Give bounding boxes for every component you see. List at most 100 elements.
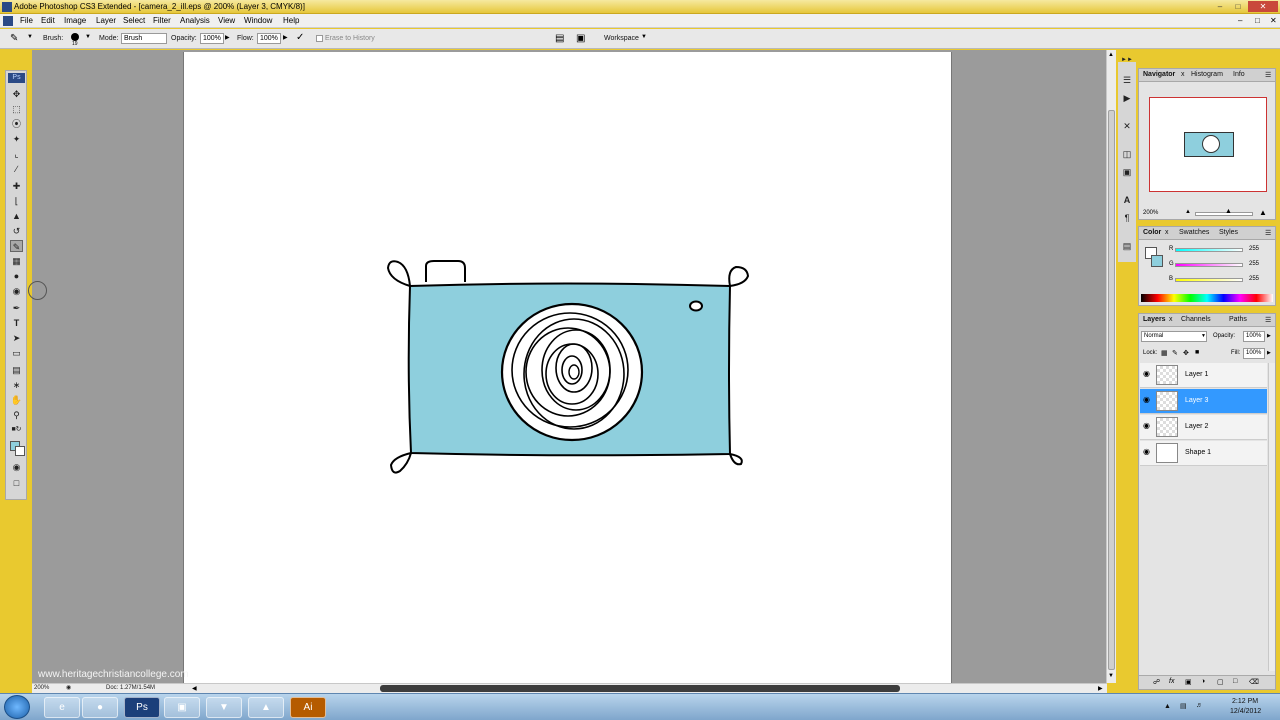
- menu-edit[interactable]: Edit: [41, 16, 55, 25]
- dock-history-icon[interactable]: ◫: [1121, 148, 1133, 160]
- dock-tool-presets-icon[interactable]: ✕: [1121, 120, 1133, 132]
- menu-select[interactable]: Select: [123, 16, 145, 25]
- tab-layers[interactable]: Layers: [1143, 316, 1166, 323]
- taskbar-app-icon[interactable]: ▲: [248, 697, 284, 718]
- layer-row[interactable]: ◉ Layer 1: [1140, 363, 1267, 388]
- workspace-label[interactable]: Workspace: [604, 35, 639, 42]
- menu-view[interactable]: View: [218, 16, 235, 25]
- shape-tool-icon[interactable]: ▭: [10, 347, 23, 359]
- tab-info[interactable]: Info: [1233, 71, 1245, 78]
- tab-color[interactable]: Color: [1143, 229, 1161, 236]
- screen-mode-icon[interactable]: □: [10, 477, 23, 489]
- adjustment-layer-icon[interactable]: ◑: [1201, 678, 1205, 685]
- new-layer-icon[interactable]: □: [1233, 678, 1237, 685]
- move-tool-icon[interactable]: ✥: [10, 88, 23, 100]
- dock-character-icon[interactable]: A: [1121, 194, 1133, 206]
- navigator-zoom-out-icon[interactable]: ▲: [1185, 209, 1191, 215]
- blur-tool-icon[interactable]: ●: [10, 270, 23, 282]
- dock-layer-comps-icon[interactable]: ▤: [1121, 240, 1133, 252]
- channel-b-slider[interactable]: [1175, 278, 1243, 282]
- layers-panel-scrollbar[interactable]: [1268, 363, 1275, 671]
- crop-tool-icon[interactable]: ⌞: [10, 148, 23, 160]
- notes-tool-icon[interactable]: ▤: [10, 364, 23, 376]
- taskbar-illustrator-icon[interactable]: Ai: [290, 697, 326, 718]
- menu-filter[interactable]: Filter: [153, 16, 171, 25]
- magic-wand-tool-icon[interactable]: ✦: [10, 133, 23, 145]
- doc-restore-button[interactable]: □: [1255, 16, 1260, 25]
- tab-navigator[interactable]: Navigator: [1143, 71, 1175, 78]
- eyedropper-tool-icon[interactable]: ∗: [10, 379, 23, 391]
- start-button[interactable]: [4, 695, 30, 719]
- slice-tool-icon[interactable]: ∕: [10, 163, 23, 175]
- fill-input[interactable]: 100%: [1243, 348, 1265, 359]
- channel-b-value[interactable]: 255: [1249, 276, 1259, 282]
- taskbar-ie-icon[interactable]: e: [44, 697, 80, 718]
- layer-mask-icon[interactable]: ▣: [1185, 678, 1192, 686]
- menu-layer[interactable]: Layer: [96, 16, 116, 25]
- tray-arrow-icon[interactable]: ▲: [1164, 703, 1171, 710]
- history-brush-tool-icon[interactable]: ↺: [10, 225, 23, 237]
- marquee-tool-icon[interactable]: ⬚: [10, 103, 23, 115]
- taskbar-network-icon[interactable]: ▣: [164, 697, 200, 718]
- minimize-button[interactable]: –: [1212, 1, 1228, 12]
- default-colors-icon[interactable]: ■↻: [10, 424, 23, 436]
- navigator-zoom-slider[interactable]: [1195, 212, 1253, 216]
- visibility-eye-icon[interactable]: ◉: [1143, 447, 1150, 456]
- tab-color-close-icon[interactable]: x: [1165, 229, 1169, 236]
- dock-actions-icon[interactable]: ▶: [1121, 92, 1133, 104]
- airbrush-icon[interactable]: ✓: [296, 32, 304, 43]
- channel-g-slider[interactable]: [1175, 263, 1243, 267]
- tab-paths[interactable]: Paths: [1229, 316, 1247, 323]
- tab-channels[interactable]: Channels: [1181, 316, 1211, 323]
- visibility-eye-icon[interactable]: ◉: [1143, 395, 1150, 404]
- tray-volume-icon[interactable]: ♬: [1196, 702, 1203, 709]
- menu-help[interactable]: Help: [283, 16, 299, 25]
- color-spectrum-bar[interactable]: [1141, 294, 1273, 302]
- horizontal-scroll-thumb[interactable]: [380, 685, 900, 692]
- tab-styles[interactable]: Styles: [1219, 229, 1238, 236]
- vertical-scroll-thumb[interactable]: [1108, 110, 1115, 670]
- flow-input[interactable]: 100%: [257, 33, 281, 44]
- tab-swatches[interactable]: Swatches: [1179, 229, 1209, 236]
- status-zoom[interactable]: 200%: [34, 685, 49, 691]
- tab-histogram[interactable]: Histogram: [1191, 71, 1223, 78]
- workspace-dropdown-icon[interactable]: ▼: [641, 34, 647, 40]
- healing-brush-tool-icon[interactable]: ✚: [10, 180, 23, 192]
- flow-slider-button[interactable]: ▶: [283, 34, 288, 41]
- dock-paragraph-icon[interactable]: ¶: [1121, 212, 1133, 224]
- fill-slider-button[interactable]: ▶: [1267, 350, 1271, 356]
- channel-r-value[interactable]: 255: [1249, 246, 1259, 252]
- navigator-zoom-slider-handle[interactable]: ▲: [1225, 208, 1232, 215]
- pen-tool-icon[interactable]: ✒: [10, 302, 23, 314]
- scroll-up-icon[interactable]: ▲: [1108, 52, 1114, 58]
- color-background-swatch[interactable]: [1151, 255, 1163, 267]
- mode-select[interactable]: Brush: [121, 33, 167, 44]
- eraser-tool-icon[interactable]: ✎: [10, 240, 23, 252]
- vertical-scrollbar[interactable]: ▲ ▼: [1106, 50, 1116, 683]
- layer-opacity-input[interactable]: 100%: [1243, 331, 1265, 342]
- opacity-slider-button[interactable]: ▶: [225, 34, 230, 41]
- scroll-down-icon[interactable]: ▼: [1108, 673, 1114, 679]
- preset-dropdown-icon[interactable]: ▼: [27, 34, 33, 40]
- close-button[interactable]: ✕: [1248, 1, 1278, 12]
- maximize-button[interactable]: □: [1230, 1, 1246, 12]
- status-info-icon[interactable]: ◉: [66, 684, 71, 691]
- dock-collapse-icon[interactable]: ►►: [1121, 54, 1133, 66]
- brush-dropdown-icon[interactable]: ▼: [85, 34, 91, 40]
- navigator-zoom[interactable]: 200%: [1143, 210, 1158, 216]
- bridge-icon[interactable]: ▣: [576, 33, 585, 44]
- taskbar-firefox-icon[interactable]: ●: [82, 697, 118, 718]
- menu-image[interactable]: Image: [64, 16, 86, 25]
- erase-to-history-checkbox[interactable]: [316, 35, 323, 42]
- layer-opacity-slider-button[interactable]: ▶: [1267, 333, 1271, 339]
- taskbar-game-icon[interactable]: ▼: [206, 697, 242, 718]
- tab-layers-close-icon[interactable]: x: [1169, 316, 1173, 323]
- layer-style-icon[interactable]: fx: [1169, 678, 1174, 685]
- gradient-tool-icon[interactable]: ▦: [10, 255, 23, 267]
- zoom-tool-icon[interactable]: ⚲: [10, 409, 23, 421]
- navigator-zoom-in-icon[interactable]: ▲: [1259, 208, 1267, 217]
- type-tool-icon[interactable]: T: [10, 317, 23, 329]
- tab-navigator-close-icon[interactable]: x: [1181, 71, 1185, 78]
- background-color-swatch[interactable]: [15, 446, 25, 456]
- taskbar-photoshop-icon[interactable]: Ps: [124, 697, 160, 718]
